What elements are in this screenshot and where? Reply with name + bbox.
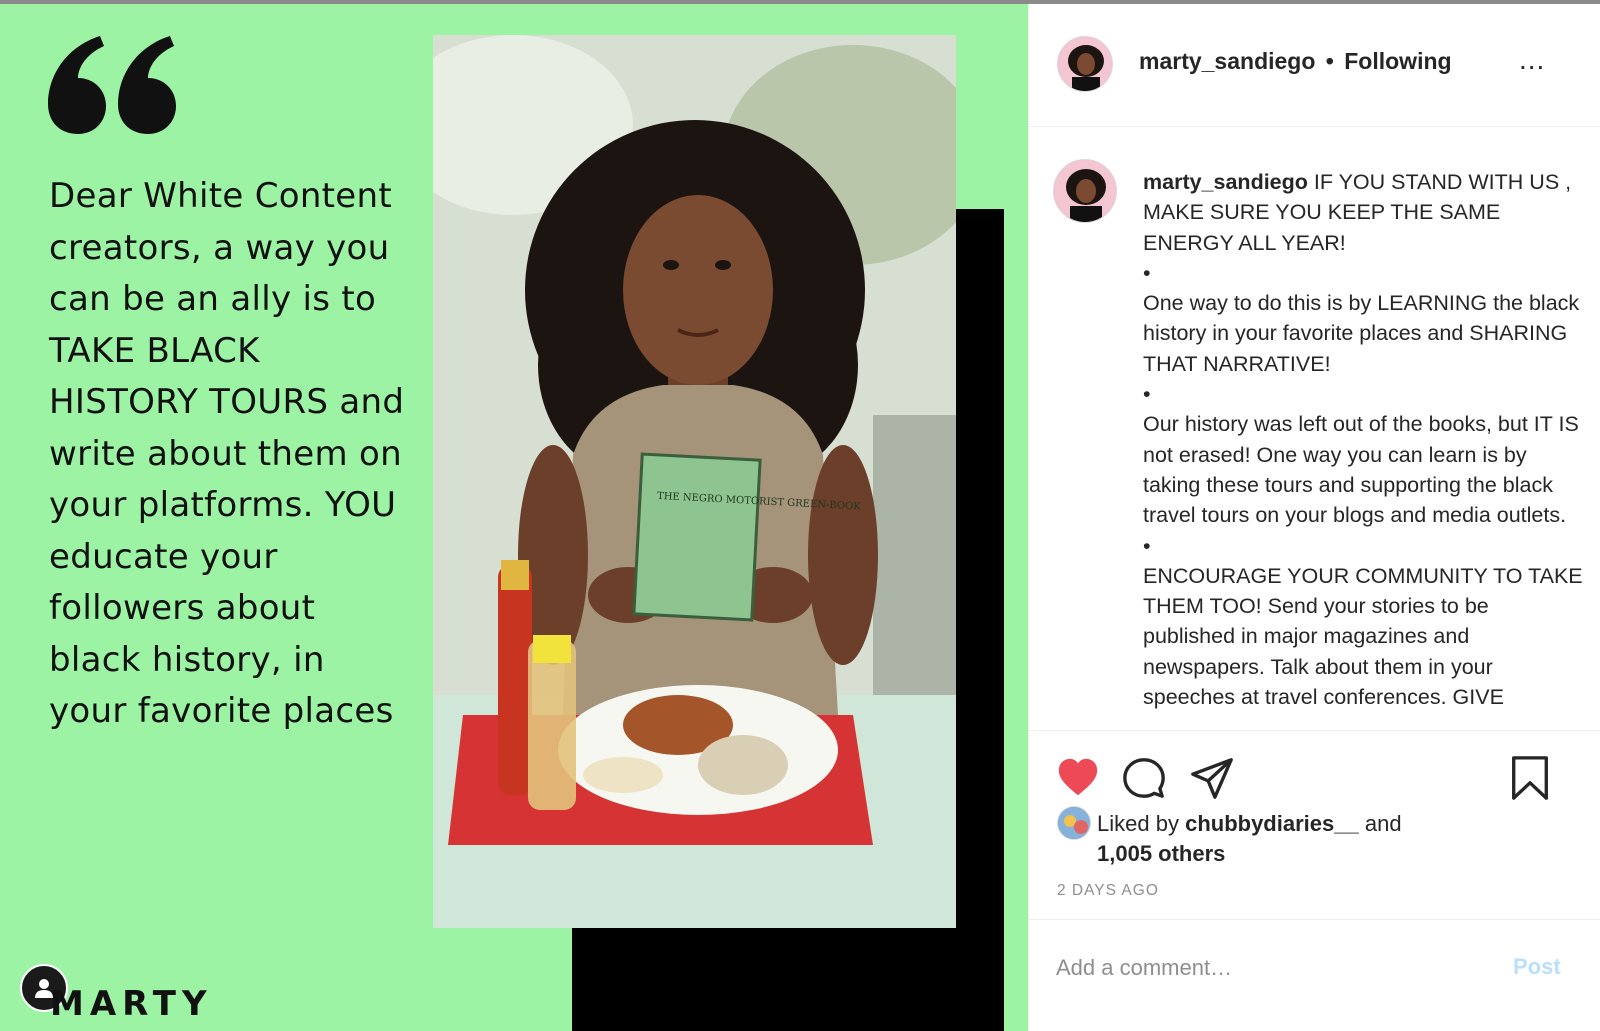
more-options-icon[interactable]: ... xyxy=(1519,46,1545,74)
signature: MARTY xyxy=(50,984,213,1024)
caption-paragraph: marty_sandiego IF YOU STAND WITH US , MA… xyxy=(1143,170,1572,255)
comment-icon[interactable] xyxy=(1121,755,1167,801)
liker-username[interactable]: chubbydiaries__ xyxy=(1185,811,1359,836)
caption-bullet: • xyxy=(1143,382,1151,407)
header-username-line: marty_sandiego • Following xyxy=(1139,48,1452,75)
post-image[interactable]: Dear White Content creators, a way you c… xyxy=(0,4,1028,1031)
quote-text: Dear White Content creators, a way you c… xyxy=(49,176,405,731)
bookmark-icon[interactable] xyxy=(1507,755,1553,801)
caption-paragraph: One way to do this is by LEARNING the bl… xyxy=(1143,291,1580,376)
post-comment-button[interactable]: Post xyxy=(1513,954,1561,980)
portrait-illustration: THE NEGRO MOTORIST GREEN-BOOK xyxy=(433,35,956,928)
caption-username[interactable]: marty_sandiego xyxy=(1143,170,1308,194)
profile-picture-icon xyxy=(1058,37,1112,91)
comment-bar: Post xyxy=(1029,920,1600,1031)
caption-bullet: • xyxy=(1143,260,1151,285)
caption-bullet: • xyxy=(1143,533,1151,558)
post-timestamp[interactable]: 2 DAYS AGO xyxy=(1057,882,1159,900)
header-username[interactable]: marty_sandiego xyxy=(1139,48,1315,74)
portrait-photo: THE NEGRO MOTORIST GREEN-BOOK xyxy=(433,35,956,928)
separator-dot: • xyxy=(1325,48,1334,74)
post-actions: Liked by chubbydiaries__ and 1,005 other… xyxy=(1029,730,1600,920)
caption-avatar[interactable] xyxy=(1053,159,1117,223)
heart-icon[interactable] xyxy=(1055,755,1101,801)
share-icon[interactable] xyxy=(1189,755,1235,801)
caption-paragraph: Our history was left out of the books, b… xyxy=(1143,412,1579,528)
profile-picture-icon xyxy=(1058,807,1090,839)
comment-input[interactable] xyxy=(1056,948,1476,988)
post-sidebar: marty_sandiego • Following ... marty_san… xyxy=(1028,4,1600,1031)
liker-avatar[interactable] xyxy=(1057,806,1091,840)
likes-summary: Liked by chubbydiaries__ and 1,005 other… xyxy=(1097,811,1402,866)
caption-text: marty_sandiego IF YOU STAND WITH US , MA… xyxy=(1143,167,1583,712)
post-header: marty_sandiego • Following ... xyxy=(1029,4,1600,127)
following-button[interactable]: Following xyxy=(1344,48,1451,74)
likes-count-link[interactable]: 1,005 others xyxy=(1097,841,1225,866)
profile-picture-icon xyxy=(1054,160,1116,222)
header-avatar[interactable] xyxy=(1057,36,1113,92)
quote-mark-icon xyxy=(48,36,176,134)
caption-area: marty_sandiego IF YOU STAND WITH US , MA… xyxy=(1029,127,1600,730)
caption-paragraph: ENCOURAGE YOUR COMMUNITY TO TAKE THEM TO… xyxy=(1143,563,1583,710)
